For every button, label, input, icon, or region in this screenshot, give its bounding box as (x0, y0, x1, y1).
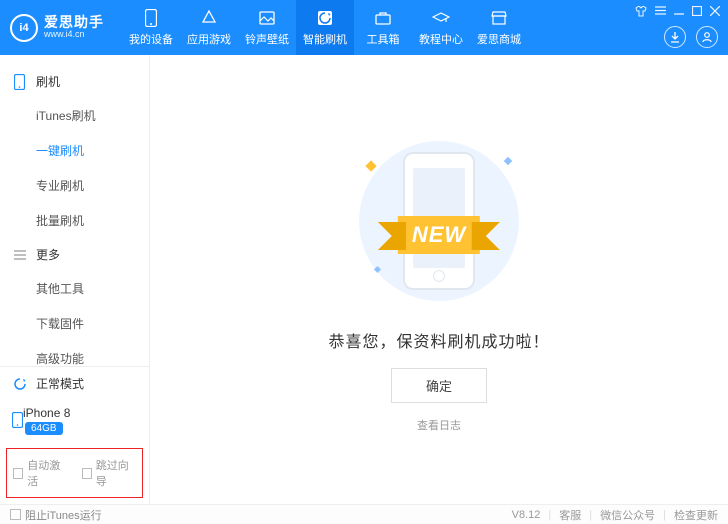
nav-apps[interactable]: 应用游戏 (180, 0, 238, 55)
success-illustration: NEW (349, 136, 529, 306)
download-icon[interactable] (664, 26, 686, 48)
header-actions (664, 26, 718, 48)
sidebar-item-other-tools[interactable]: 其他工具 (0, 271, 149, 306)
new-ribbon: NEW (398, 216, 480, 254)
phone-icon (145, 9, 157, 27)
sidebar-item-batch-flash[interactable]: 批量刷机 (0, 203, 149, 238)
store-icon (491, 9, 507, 27)
link-update[interactable]: 检查更新 (674, 507, 718, 523)
storage-badge: 64GB (25, 422, 63, 435)
phone-outline-icon (14, 74, 28, 90)
nav-store[interactable]: 爱思商城 (470, 0, 528, 55)
link-wechat[interactable]: 微信公众号 (600, 507, 655, 523)
status-bar: 阻止iTunes运行 V8.12 | 客服 | 微信公众号 | 检查更新 (0, 504, 728, 524)
tutorial-icon (432, 9, 450, 27)
sidebar-footer: 正常模式 iPhone 8 64GB 自动激活 跳过向导 (0, 366, 149, 504)
wallpaper-icon (259, 9, 275, 27)
flash-icon (317, 9, 333, 27)
sidebar-section-flash: 刷机 (0, 65, 149, 98)
more-icon (14, 250, 28, 260)
sidebar-item-advanced[interactable]: 高级功能 (0, 341, 149, 366)
brand-logo: i4 爱思助手 www.i4.cn (10, 14, 104, 42)
nav-flash[interactable]: 智能刷机 (296, 0, 354, 55)
toolbox-icon (375, 9, 391, 27)
device-name: iPhone 8 (23, 406, 70, 420)
maximize-icon[interactable] (692, 6, 702, 17)
sidebar: 刷机 iTunes刷机 一键刷机 专业刷机 批量刷机 更多 其他工具 下载固件 … (0, 55, 150, 504)
close-icon[interactable] (710, 6, 720, 17)
sidebar-item-onekey-flash[interactable]: 一键刷机 (0, 133, 149, 168)
brand-name: 爱思助手 (44, 15, 104, 30)
device-icon (12, 412, 23, 428)
checkbox-block-itunes[interactable]: 阻止iTunes运行 (10, 507, 102, 523)
device-info[interactable]: iPhone 8 64GB (0, 400, 149, 444)
version-label: V8.12 (512, 509, 541, 521)
success-message: 恭喜您，保资料刷机成功啦！ (328, 328, 549, 352)
nav-toolbox[interactable]: 工具箱 (354, 0, 412, 55)
sidebar-section-more: 更多 (0, 238, 149, 271)
nav-ringtones[interactable]: 铃声壁纸 (238, 0, 296, 55)
brand-url: www.i4.cn (44, 30, 104, 40)
sidebar-item-pro-flash[interactable]: 专业刷机 (0, 168, 149, 203)
checkbox-skip-guide[interactable]: 跳过向导 (82, 457, 137, 489)
top-nav: 我的设备 应用游戏 铃声壁纸 智能刷机 工具箱 教程中心 爱思商城 (122, 0, 528, 55)
logo-icon: i4 (10, 14, 38, 42)
apps-icon (201, 9, 217, 27)
ok-button[interactable]: 确定 (391, 368, 487, 403)
minimize-icon[interactable] (674, 6, 684, 17)
window-controls (635, 6, 720, 17)
app-header: i4 爱思助手 www.i4.cn 我的设备 应用游戏 铃声壁纸 智能刷机 工具… (0, 0, 728, 55)
view-log-link[interactable]: 查看日志 (417, 417, 461, 433)
refresh-icon (12, 376, 28, 392)
nav-tutorials[interactable]: 教程中心 (412, 0, 470, 55)
options-highlight: 自动激活 跳过向导 (6, 448, 143, 498)
nav-my-device[interactable]: 我的设备 (122, 0, 180, 55)
sidebar-item-itunes-flash[interactable]: iTunes刷机 (0, 98, 149, 133)
device-mode[interactable]: 正常模式 (0, 367, 149, 400)
main-panel: NEW 恭喜您，保资料刷机成功啦！ 确定 查看日志 (150, 55, 728, 504)
checkbox-auto-activate[interactable]: 自动激活 (13, 457, 68, 489)
skin-icon[interactable] (635, 6, 647, 17)
sidebar-item-download-firmware[interactable]: 下载固件 (0, 306, 149, 341)
menu-icon[interactable] (655, 6, 666, 17)
user-icon[interactable] (696, 26, 718, 48)
link-support[interactable]: 客服 (559, 507, 581, 523)
